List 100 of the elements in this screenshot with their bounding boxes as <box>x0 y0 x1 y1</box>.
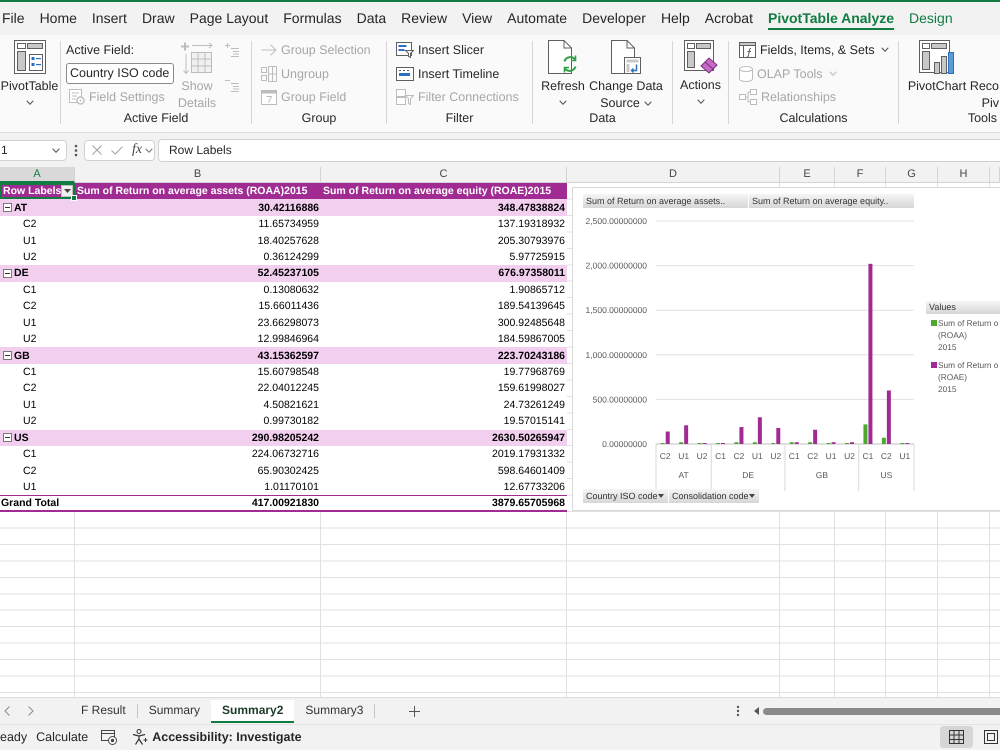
item-label: U1 <box>23 398 36 411</box>
group-label: US <box>14 432 29 444</box>
insert-function-button[interactable]: fx <box>132 143 142 157</box>
menu-tab[interactable]: Formulas <box>283 7 342 30</box>
chevron-left-icon[interactable] <box>4 706 10 716</box>
cancel-icon[interactable] <box>92 145 102 155</box>
status-text: Calculate <box>36 730 88 744</box>
record-icon[interactable] <box>101 730 118 744</box>
list-gear-icon <box>69 89 85 106</box>
ribbon-button[interactable]: Insert Timeline <box>396 62 500 86</box>
menu-tab[interactable]: Help <box>660 7 690 30</box>
sheet-tab[interactable]: Summary <box>138 700 212 722</box>
menu-tab[interactable]: Data <box>356 7 386 30</box>
chevron-right-icon[interactable] <box>28 706 34 716</box>
legend-label: Sum of Return o (ROAA) 2015 <box>938 317 998 353</box>
menu-tab[interactable]: Home <box>40 7 77 30</box>
relationships-icon <box>739 89 757 106</box>
item-label: C2 <box>23 464 36 477</box>
name-box[interactable]: 1 <box>0 140 67 160</box>
menu-tab[interactable]: Page Layout <box>190 7 268 30</box>
active-cell[interactable]: Row Labels <box>0 183 75 200</box>
value-cell: 11.65734959 <box>258 218 319 230</box>
column-header[interactable]: C <box>321 167 567 183</box>
ribbon-button[interactable]: Fields, Items, & Sets <box>739 38 889 62</box>
filter-field-button[interactable]: Country ISO code <box>583 489 668 503</box>
active-field-input[interactable]: Country ISO code <box>66 63 174 84</box>
caret-icon <box>749 494 755 498</box>
scroll-left-icon[interactable] <box>754 707 759 715</box>
value-cell: 12.67733206 <box>504 481 565 494</box>
menu-tab[interactable]: Review <box>401 7 448 30</box>
item-label: C2 <box>23 300 36 312</box>
calendar-icon <box>261 89 277 106</box>
value-cell: 30.42116886 <box>258 202 319 214</box>
column-header[interactable]: B <box>75 167 321 183</box>
item-label: C1 <box>23 284 36 296</box>
more-icon[interactable] <box>74 144 78 156</box>
column-header[interactable]: H <box>938 167 990 183</box>
slicer-icon <box>396 42 414 58</box>
ribbon-button[interactable]: Refresh <box>538 35 588 107</box>
page-layout-icon <box>984 730 998 744</box>
sheet-tab[interactable]: Summary3 <box>294 700 374 722</box>
collapse-icon[interactable] <box>3 351 12 360</box>
sheet-tab[interactable]: F Result <box>70 700 137 722</box>
accessibility-button[interactable]: Accessibility: Investigate <box>132 729 302 745</box>
item-label: C2 <box>23 382 36 394</box>
category-group-label: AT <box>678 470 689 480</box>
menu-tab[interactable]: Design <box>909 7 953 30</box>
filter-dropdown-button[interactable] <box>61 185 74 198</box>
collapse-icon[interactable] <box>3 433 12 442</box>
value-cell: 5.97725915 <box>510 250 565 263</box>
value-cell: 19.77968769 <box>504 366 565 378</box>
menu-tab[interactable]: Acrobat <box>704 7 753 30</box>
category-group-label: DE <box>742 470 754 480</box>
value-cell: 2630.50265947 <box>492 432 565 444</box>
column-header[interactable]: D <box>567 167 780 183</box>
axis-label: 1,500.00000000 <box>586 305 647 316</box>
category-group-label: US <box>880 470 892 480</box>
ribbon-button[interactable]: PivotTable <box>0 35 59 107</box>
filter-field-button[interactable]: Consolidation code <box>669 489 759 503</box>
value-cell: 189.54139645 <box>498 300 565 312</box>
menu-tab[interactable]: Automate <box>507 7 568 30</box>
category-label: U1 <box>752 451 763 461</box>
legend-label: Sum of Return o (ROAE) 2015 <box>938 359 998 395</box>
collapse-icon[interactable] <box>3 203 12 212</box>
column-header[interactable]: A <box>0 167 75 183</box>
group-label: Calculations <box>779 110 848 127</box>
item-label: U1 <box>23 234 36 247</box>
menu-tab[interactable]: File <box>2 7 25 30</box>
field-button[interactable]: Sum of Return on average equity.. <box>749 194 914 208</box>
status-text: eady <box>0 730 28 744</box>
check-icon[interactable] <box>111 146 123 154</box>
plus-icon <box>409 706 420 716</box>
category-label: C2 <box>660 451 671 461</box>
group-label: Filter <box>446 110 474 127</box>
formula-field[interactable]: Row Labels <box>158 138 1000 162</box>
ribbon-button[interactable]: Insert Slicer <box>396 38 484 62</box>
scrollbar-thumb[interactable] <box>763 708 1000 714</box>
menu-tab[interactable]: PivotTable Analyze <box>768 7 894 30</box>
column-header[interactable]: F <box>835 167 886 183</box>
ungroup-icon <box>261 66 277 82</box>
column-header[interactable]: E <box>780 167 835 183</box>
ribbon-button[interactable]: PivotChart <box>906 35 968 97</box>
category-label: C2 <box>734 451 744 461</box>
menu-tab[interactable]: View <box>462 7 492 30</box>
view-button[interactable] <box>940 726 973 748</box>
legend-title: Values <box>926 301 1000 314</box>
more-icon[interactable] <box>736 705 740 717</box>
field-button[interactable]: Sum of Return on average assets.. <box>583 194 748 208</box>
column-header[interactable]: G <box>886 167 938 183</box>
axis-label: 0.00000000 <box>602 439 647 449</box>
menu-tab[interactable]: Draw <box>142 7 175 30</box>
add-sheet-button[interactable] <box>407 704 422 718</box>
ribbon-button[interactable]: Actions <box>673 35 728 106</box>
sheet-tab[interactable]: Summary2 <box>211 700 294 722</box>
fill-handle-icon[interactable] <box>71 195 77 202</box>
category-label: U2 <box>844 451 855 461</box>
menu-tab[interactable]: Developer <box>582 7 646 30</box>
menu-tab[interactable]: Insert <box>92 7 127 30</box>
database-icon <box>739 66 753 82</box>
collapse-icon[interactable] <box>3 268 12 278</box>
